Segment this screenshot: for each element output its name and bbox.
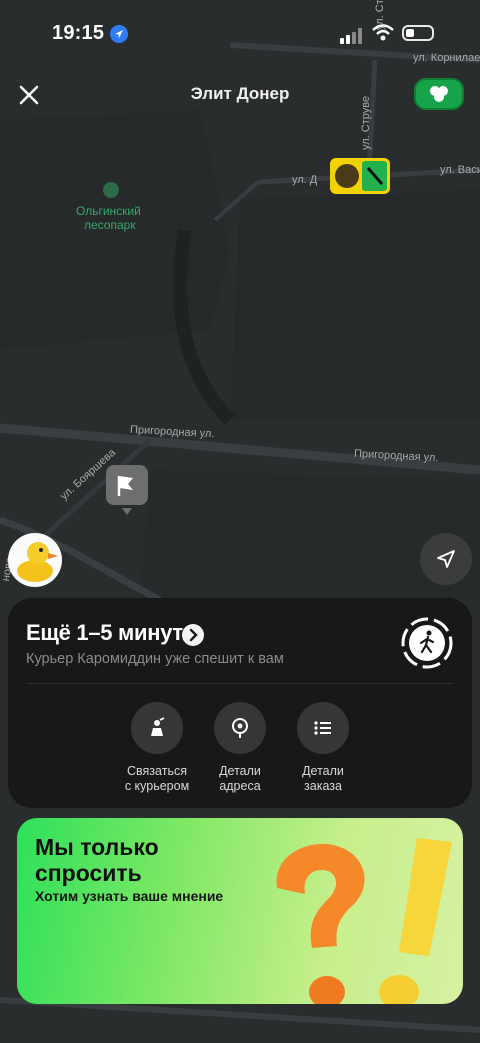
list-icon (314, 721, 331, 735)
chevron-right-icon[interactable] (182, 624, 204, 646)
duck-icon (17, 542, 58, 582)
order-details-button[interactable]: Детали заказа (273, 702, 373, 794)
courier-icon (151, 717, 165, 736)
promo-subtitle: Хотим узнать ваше мнение (35, 888, 224, 904)
map-label-park: лесопарк (84, 218, 136, 232)
map-label-park: Ольгинский (76, 204, 141, 218)
clover-button[interactable] (414, 78, 464, 110)
promo-title: Мы только спросить (35, 834, 215, 886)
courier-marker[interactable] (330, 158, 390, 194)
location-arrow-icon (110, 25, 128, 43)
battery-icon (402, 25, 434, 41)
clover-icon (430, 86, 448, 102)
courier-avatar[interactable] (8, 533, 62, 587)
map-area (140, 470, 480, 600)
order-status-sheet: Ещё 1–5 минут Курьер Каромиддин уже спеш… (8, 598, 472, 808)
action-label: адреса (219, 779, 261, 793)
map-label-street: ул. Д (292, 174, 318, 186)
survey-promo-banner[interactable]: Мы только спросить Хотим узнать ваше мне… (17, 818, 463, 1004)
question-exclamation-illustration (276, 838, 452, 1004)
map-area (230, 190, 480, 420)
action-label: Детали (219, 764, 261, 778)
courier-status-text: Курьер Каромиддин уже спешит к вам (26, 651, 284, 667)
action-label: заказа (304, 779, 342, 793)
walking-courier-icon (401, 617, 453, 669)
map-label-street: ул. Струве (360, 95, 372, 150)
action-label: Детали (302, 764, 344, 778)
navigation-arrow-icon (437, 550, 455, 568)
wifi-icon (372, 24, 394, 41)
promo-title-line: Мы только (35, 834, 159, 860)
eta-title[interactable]: Ещё 1–5 минут (26, 620, 183, 646)
map-label-street: ул. Васи (440, 164, 480, 176)
cellular-signal-icon (340, 28, 362, 44)
status-time: 19:15 (52, 22, 105, 44)
status-bar: 19:15 (0, 0, 480, 60)
map-pin-icon (232, 718, 248, 738)
divider (26, 683, 454, 684)
action-label: с курьером (124, 779, 190, 793)
my-location-button[interactable] (420, 533, 472, 585)
tree-icon (103, 182, 119, 198)
page-title: Элит Донер (190, 84, 290, 103)
action-label: Связаться (127, 764, 187, 778)
promo-title-line: спросить (35, 860, 142, 886)
